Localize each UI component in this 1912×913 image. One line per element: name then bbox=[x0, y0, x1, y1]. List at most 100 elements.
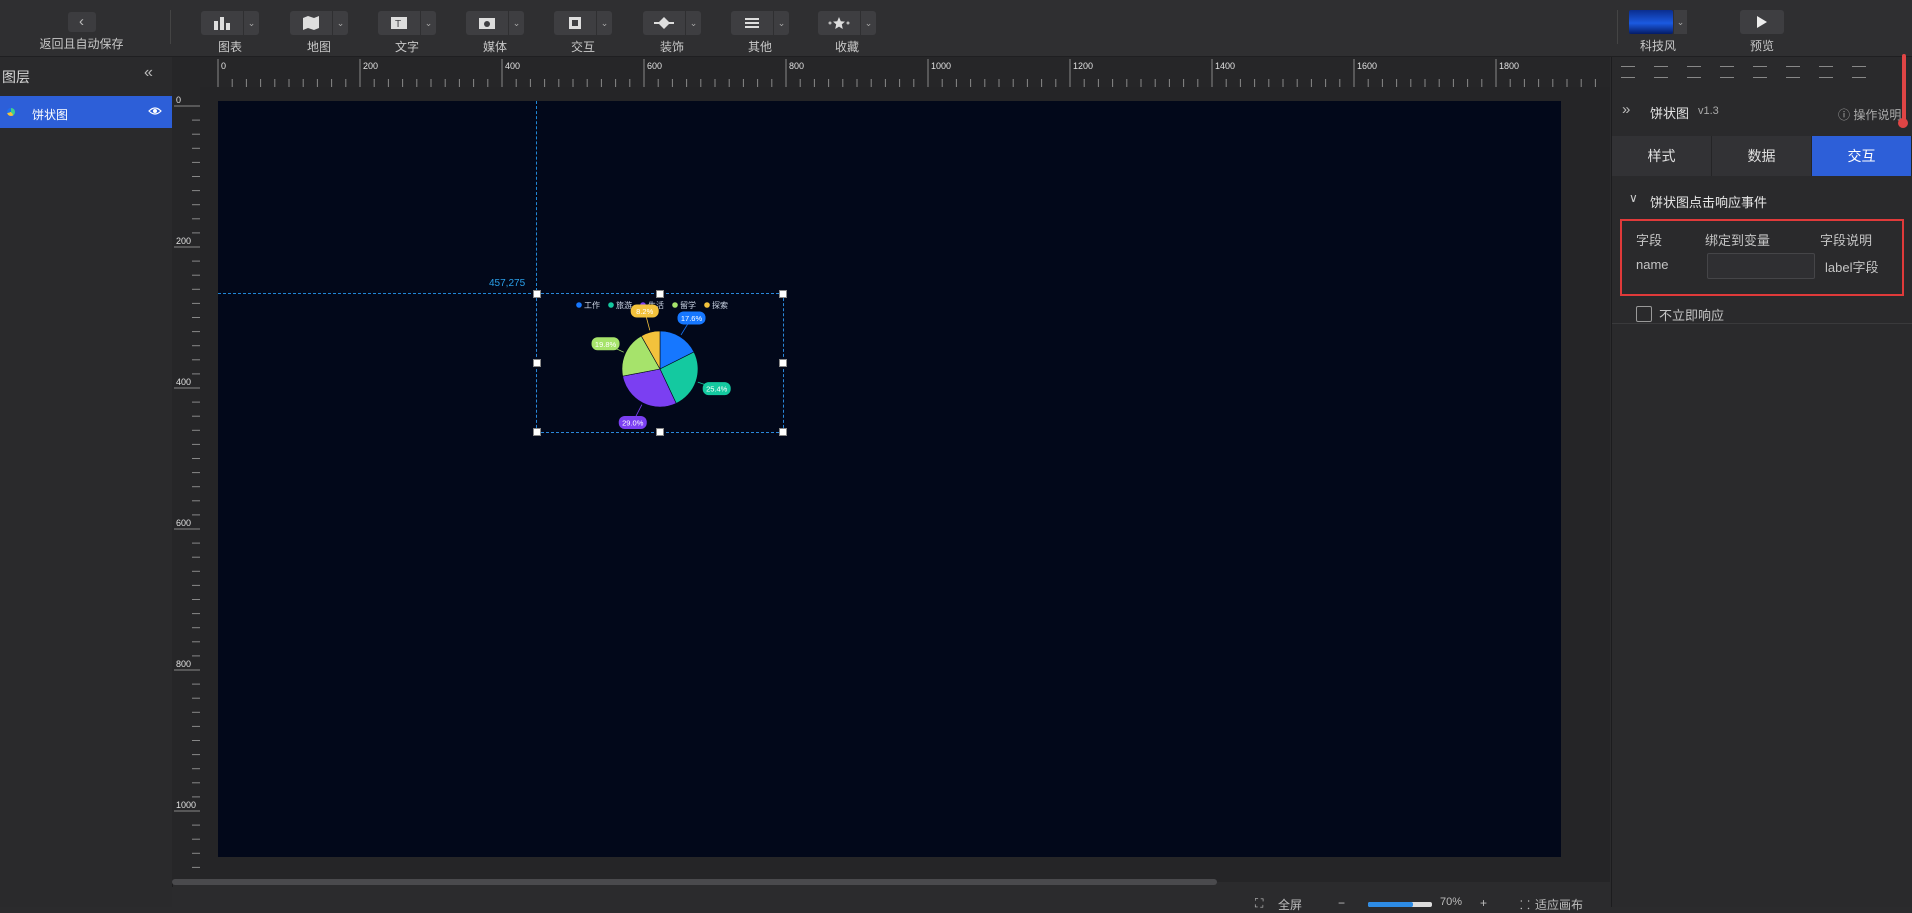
tool-decoration[interactable]: ⌄ 装饰 bbox=[640, 8, 704, 54]
layer-item-label: 饼状图 bbox=[32, 108, 69, 122]
svg-text:T: T bbox=[395, 19, 401, 30]
theme-thumbnail[interactable] bbox=[1629, 10, 1673, 34]
ruler-tick-label: 400 bbox=[176, 377, 191, 387]
decoration-icon bbox=[643, 11, 685, 35]
toolbar-divider bbox=[1617, 10, 1618, 44]
tool-media[interactable]: ⌄ 媒体 bbox=[463, 8, 527, 54]
resize-handle[interactable] bbox=[779, 428, 787, 436]
preview-label: 预览 bbox=[1749, 39, 1774, 53]
section-title[interactable]: 饼状图点击响应事件 bbox=[1650, 192, 1767, 211]
guide-line-horizontal bbox=[218, 293, 536, 294]
ruler-tick-label: 400 bbox=[505, 61, 520, 71]
table-header-desc: 字段说明 bbox=[1820, 233, 1873, 248]
checkbox-label: 不立即响应 bbox=[1659, 308, 1725, 323]
help-link[interactable]: ⓘ 操作说明 bbox=[1838, 106, 1901, 123]
preview-button[interactable] bbox=[1740, 10, 1784, 34]
layer-panel-title: 图层 bbox=[2, 69, 30, 85]
chevron-down-icon[interactable]: ⌄ bbox=[1674, 10, 1687, 34]
resize-handle[interactable] bbox=[533, 290, 541, 298]
ruler-tick-label: 800 bbox=[176, 659, 191, 669]
resize-handle[interactable] bbox=[533, 428, 541, 436]
ruler-tick-label: 200 bbox=[363, 61, 378, 71]
zoom-in-button[interactable]: + bbox=[1480, 896, 1487, 910]
vertical-scrollbar[interactable] bbox=[1902, 54, 1906, 124]
list-icon bbox=[731, 11, 773, 35]
legend-marker[interactable] bbox=[576, 302, 582, 308]
tab-interaction[interactable]: 交互 bbox=[1812, 136, 1912, 176]
design-canvas[interactable] bbox=[218, 101, 1561, 857]
back-save-button[interactable]: ‹ 返回且自动保存 bbox=[14, 8, 149, 52]
resize-handle[interactable] bbox=[656, 428, 664, 436]
tool-map[interactable]: ⌄ 地图 bbox=[287, 8, 351, 54]
align-right-icon[interactable] bbox=[1753, 66, 1767, 78]
ruler-tick-label: 1600 bbox=[1357, 61, 1377, 71]
ruler-top: 0 200 400 600 800 1000 1200 1400 1600 1800 bbox=[172, 57, 1610, 87]
data-label: 8.2% bbox=[636, 307, 653, 316]
expand-right-icon[interactable]: » bbox=[1622, 101, 1630, 118]
align-center-icon[interactable] bbox=[1720, 66, 1734, 78]
ruler-tick-label: 1200 bbox=[1073, 61, 1093, 71]
table-cell-desc: label字段 bbox=[1825, 260, 1879, 275]
ruler-tick-label: 800 bbox=[789, 61, 804, 71]
fit-canvas-icon[interactable]: ⸬ bbox=[1520, 896, 1530, 913]
zoom-out-button[interactable]: − bbox=[1338, 896, 1345, 910]
pie-chart-icon bbox=[7, 108, 15, 116]
legend-label: 工作 bbox=[584, 300, 600, 310]
tool-favorites[interactable]: ⌄ 收藏 bbox=[815, 8, 879, 54]
ruler-tick-label: 600 bbox=[176, 518, 191, 528]
layer-item-pie[interactable] bbox=[0, 96, 172, 128]
text-icon: T bbox=[378, 11, 420, 35]
chevron-down-icon[interactable]: ⌄ bbox=[244, 11, 259, 35]
fullscreen-button[interactable]: 全屏 bbox=[1278, 896, 1302, 913]
collapse-left-icon[interactable]: « bbox=[144, 64, 153, 82]
chevron-down-icon[interactable]: ⌄ bbox=[421, 11, 436, 35]
tool-interaction[interactable]: ⌄ 交互 bbox=[551, 8, 615, 54]
fit-canvas-button[interactable]: 适应画布 bbox=[1535, 896, 1583, 913]
tab-style[interactable]: 样式 bbox=[1612, 136, 1712, 176]
tool-text[interactable]: T ⌄ 文字 bbox=[375, 8, 439, 54]
legend-label: 旅游 bbox=[616, 300, 632, 310]
resize-handle[interactable] bbox=[779, 359, 787, 367]
tool-other[interactable]: ⌄ 其他 bbox=[728, 8, 792, 54]
align-middle-icon[interactable] bbox=[1654, 66, 1668, 78]
chevron-down-icon[interactable]: ∨ bbox=[1629, 191, 1638, 205]
legend-label: 留学 bbox=[680, 300, 696, 310]
bind-variable-input[interactable] bbox=[1707, 253, 1815, 279]
component-title: 饼状图 bbox=[1650, 106, 1690, 121]
align-left-icon[interactable] bbox=[1687, 66, 1701, 78]
resize-handle[interactable] bbox=[533, 359, 541, 367]
horizontal-scrollbar[interactable] bbox=[172, 879, 1217, 885]
legend-marker[interactable] bbox=[704, 302, 710, 308]
distribute-horizontal-icon[interactable] bbox=[1819, 66, 1833, 78]
no-immediate-response-checkbox[interactable] bbox=[1636, 306, 1652, 322]
align-top-icon[interactable] bbox=[1621, 66, 1635, 78]
layer-panel bbox=[0, 57, 173, 907]
tab-data[interactable]: 数据 bbox=[1712, 136, 1812, 176]
component-version: v1.3 bbox=[1698, 105, 1719, 117]
pie-chart-widget[interactable]: 工作旅游生活留学探索17.6%25.4%29.0%19.8%8.2% bbox=[536, 293, 784, 433]
chevron-down-icon[interactable]: ⌄ bbox=[861, 11, 876, 35]
chevron-left-icon: ‹ bbox=[67, 12, 96, 32]
legend-marker[interactable] bbox=[672, 302, 678, 308]
scrollbar-thumb[interactable] bbox=[1898, 118, 1908, 128]
bar-chart-icon bbox=[201, 11, 243, 35]
chevron-down-icon[interactable]: ⌄ bbox=[686, 11, 701, 35]
distribute-vertical-icon[interactable] bbox=[1852, 66, 1866, 78]
ruler-left: 0 200 400 600 800 1000 bbox=[172, 87, 200, 882]
chevron-down-icon[interactable]: ⌄ bbox=[774, 11, 789, 35]
ruler-tick-label: 200 bbox=[176, 236, 191, 246]
resize-handle[interactable] bbox=[656, 290, 664, 298]
tool-chart[interactable]: ⌄ 图表 bbox=[198, 8, 262, 54]
toolbar-divider bbox=[170, 10, 171, 44]
table-header-field: 字段 bbox=[1636, 233, 1663, 248]
eye-icon[interactable] bbox=[148, 104, 162, 118]
chevron-down-icon[interactable]: ⌄ bbox=[509, 11, 524, 35]
legend-marker[interactable] bbox=[608, 302, 614, 308]
chevron-down-icon[interactable]: ⌄ bbox=[333, 11, 348, 35]
ruler-tick-label: 0 bbox=[221, 61, 226, 71]
divider bbox=[1612, 323, 1912, 324]
fullscreen-icon[interactable]: ⛶ bbox=[1255, 896, 1263, 911]
align-bottom-icon[interactable] bbox=[1786, 66, 1800, 78]
resize-handle[interactable] bbox=[779, 290, 787, 298]
chevron-down-icon[interactable]: ⌄ bbox=[597, 11, 612, 35]
